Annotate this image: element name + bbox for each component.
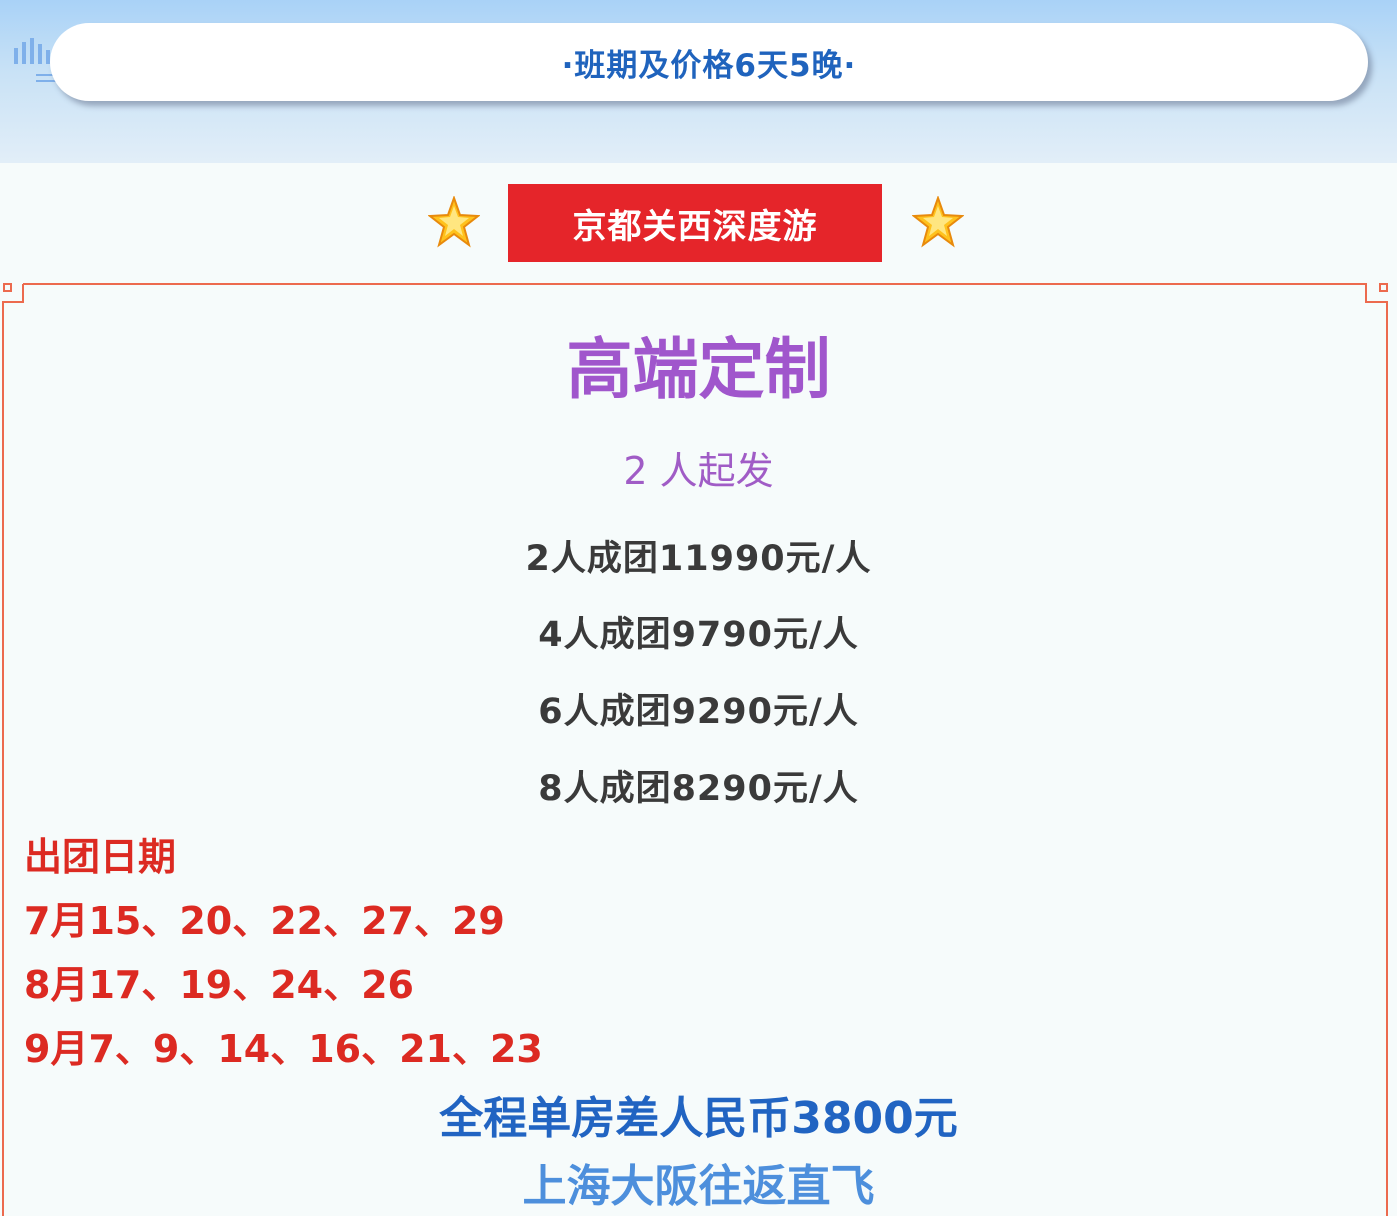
minimum-people: 2 人起发 <box>623 449 774 493</box>
single-room-supplement: 全程单房差人民币3800元 <box>439 1093 958 1144</box>
departure-dates-line: 8月17、19、24、26 <box>24 963 414 1007</box>
flight-info: 上海大阪往返直飞 <box>522 1161 875 1212</box>
departure-dates-line: 7月15、20、22、27、29 <box>24 899 505 943</box>
price-line: 2人成团11990元/人 <box>525 539 872 579</box>
tour-name-tag: 京都关西深度游 <box>508 184 882 262</box>
star-icon <box>428 196 480 248</box>
decorative-frame <box>2 283 1388 1216</box>
price-line: 4人成团9790元/人 <box>538 615 859 655</box>
section-title-pill: ·班期及价格6天5晚· <box>50 23 1368 101</box>
departure-dates-title: 出团日期 <box>24 835 177 879</box>
star-icon <box>912 196 964 248</box>
price-line: 6人成团9290元/人 <box>538 692 859 732</box>
tour-name: 京都关西深度游 <box>572 206 818 247</box>
price-line: 8人成团8290元/人 <box>538 769 859 809</box>
headline: 高端定制 <box>566 331 831 408</box>
section-title: ·班期及价格6天5晚· <box>561 47 857 84</box>
departure-dates-line: 9月7、9、14、16、21、23 <box>24 1027 543 1071</box>
